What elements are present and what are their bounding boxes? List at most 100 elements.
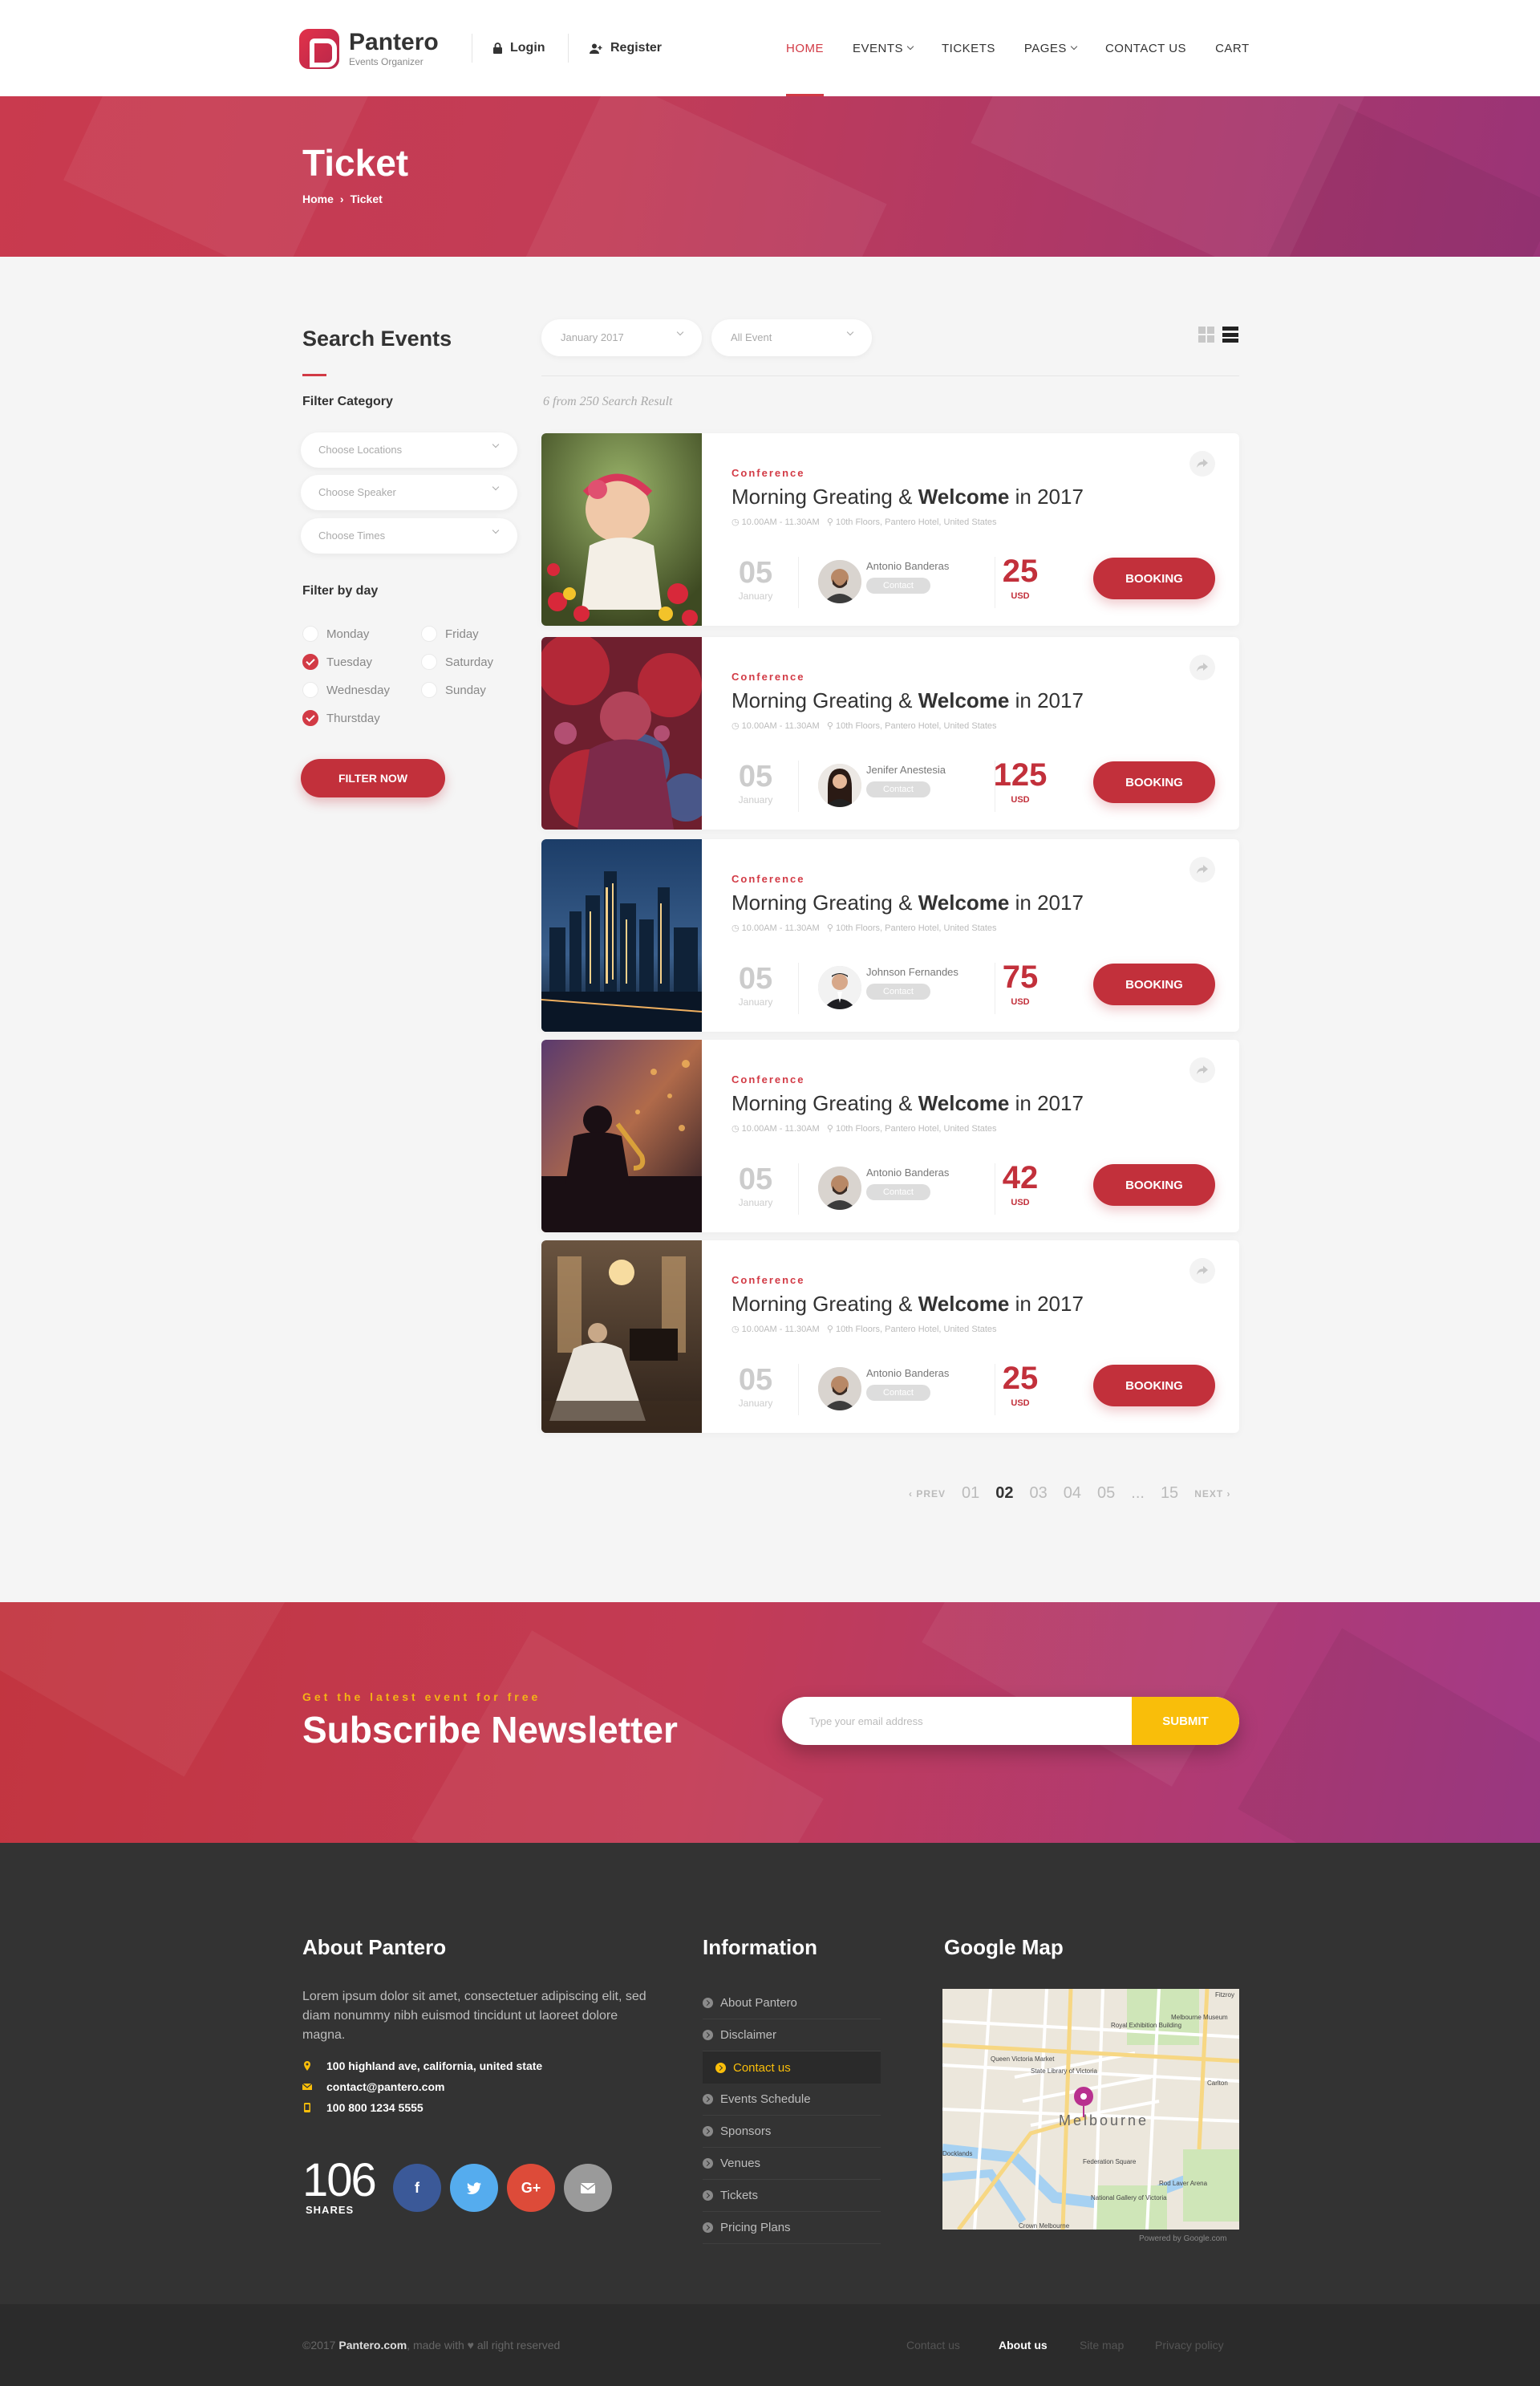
footer-link[interactable]: Contact us	[906, 2339, 960, 2352]
grid-view-icon[interactable]	[1198, 327, 1214, 343]
info-link[interactable]: Venues	[703, 2148, 881, 2180]
breadcrumb-current: Ticket	[350, 193, 383, 205]
month-select[interactable]: January 2017	[541, 319, 702, 356]
prev-page-button[interactable]: ‹ PREV	[909, 1488, 946, 1499]
facebook-icon[interactable]: f	[393, 2164, 441, 2212]
ticket-price: 25	[1002, 1361, 1039, 1396]
brand-logo[interactable]: Pantero Events Organizer	[299, 29, 439, 69]
page-number[interactable]: 05	[1097, 1484, 1115, 1503]
footer-link[interactable]: Privacy policy	[1155, 2339, 1224, 2352]
booking-button[interactable]: BOOKING	[1093, 558, 1215, 599]
day-checkbox-sunday[interactable]: Sunday	[421, 682, 486, 698]
event-image[interactable]	[541, 433, 702, 626]
page-number[interactable]: 15	[1161, 1484, 1178, 1503]
event-image[interactable]	[541, 1040, 702, 1232]
filter-now-button[interactable]: FILTER NOW	[301, 759, 445, 797]
nav-item-pages[interactable]: PAGES	[1024, 0, 1078, 96]
speaker-avatar[interactable]	[818, 560, 861, 603]
speaker-avatar[interactable]	[818, 1367, 861, 1410]
email-input[interactable]	[782, 1697, 1132, 1745]
info-link-label: Contact us	[733, 2060, 791, 2075]
share-icon[interactable]	[1189, 451, 1215, 477]
share-icon[interactable]	[1189, 1258, 1215, 1284]
event-card: Conference Morning Greating & Welcome in …	[541, 433, 1239, 626]
speaker-avatar[interactable]	[818, 1167, 861, 1210]
footer-link[interactable]: About us	[999, 2339, 1048, 2352]
next-page-button[interactable]: NEXT ›	[1194, 1488, 1230, 1499]
booking-button[interactable]: BOOKING	[1093, 1164, 1215, 1206]
twitter-icon[interactable]	[450, 2164, 498, 2212]
page-number[interactable]: 01	[962, 1484, 979, 1503]
share-icon[interactable]	[1189, 1057, 1215, 1083]
nav-item-home[interactable]: HOME	[786, 0, 824, 96]
brand-name: Pantero	[349, 29, 439, 55]
event-title[interactable]: Morning Greating & Welcome in 2017	[732, 688, 1084, 713]
copyright-brand[interactable]: Pantero.com	[338, 2339, 407, 2352]
event-title[interactable]: Morning Greating & Welcome in 2017	[732, 1292, 1084, 1317]
page-number[interactable]: 04	[1064, 1484, 1081, 1503]
contact-button[interactable]: Contact	[866, 984, 930, 1000]
event-title[interactable]: Morning Greating & Welcome in 2017	[732, 891, 1084, 915]
day-checkbox-thurstday[interactable]: Thurstday	[302, 710, 380, 726]
contact-button[interactable]: Contact	[866, 578, 930, 594]
email[interactable]: contact@pantero.com	[302, 2080, 444, 2093]
info-link[interactable]: Tickets	[703, 2180, 881, 2212]
main-content: Search Events Filter Category Choose Loc…	[0, 257, 1540, 1602]
mail-share-icon[interactable]	[564, 2164, 612, 2212]
clock-icon: ◷	[732, 517, 740, 527]
nav-item-contact-us[interactable]: CONTACT US	[1105, 0, 1186, 96]
booking-button[interactable]: BOOKING	[1093, 964, 1215, 1005]
event-image[interactable]	[541, 637, 710, 830]
info-link-label: Pricing Plans	[720, 2221, 791, 2234]
contact-button[interactable]: Contact	[866, 781, 930, 797]
nav-item-events[interactable]: EVENTS	[853, 0, 914, 96]
day-checkbox-monday[interactable]: Monday	[302, 626, 369, 642]
footer-link[interactable]: Site map	[1080, 2339, 1124, 2352]
info-link[interactable]: About Pantero	[703, 1987, 881, 2019]
locations-select[interactable]: Choose Locations	[301, 432, 517, 468]
breadcrumb-home[interactable]: Home	[302, 193, 334, 205]
nav-item-tickets[interactable]: TICKETS	[942, 0, 995, 96]
event-image[interactable]	[541, 839, 703, 1032]
event-meta: ◷ 10.00AM - 11.30AM ⚲ 10th Floors, Pante…	[732, 721, 997, 731]
share-icon[interactable]	[1189, 655, 1215, 680]
chevron-down-icon	[906, 43, 914, 51]
day-checkbox-saturday[interactable]: Saturday	[421, 654, 493, 670]
google-map[interactable]: Queen Victoria Market State Library of V…	[942, 1989, 1239, 2230]
login-link[interactable]: Login	[493, 0, 545, 96]
event-title[interactable]: Morning Greating & Welcome in 2017	[732, 1091, 1084, 1116]
page-number[interactable]: 03	[1030, 1484, 1048, 1503]
day-checkbox-wednesday[interactable]: Wednesday	[302, 682, 390, 698]
day-checkbox-friday[interactable]: Friday	[421, 626, 479, 642]
times-select[interactable]: Choose Times	[301, 518, 517, 554]
info-link[interactable]: Sponsors	[703, 2116, 881, 2148]
info-link[interactable]: Contact us	[703, 2051, 881, 2084]
info-link[interactable]: Disclaimer	[703, 2019, 881, 2051]
register-link[interactable]: Register	[590, 0, 662, 96]
event-image[interactable]	[541, 1240, 702, 1433]
list-view-icon[interactable]	[1222, 327, 1238, 343]
google-plus-icon[interactable]: G+	[507, 2164, 555, 2212]
chevron-circle-icon	[703, 1998, 713, 2008]
event-title[interactable]: Morning Greating & Welcome in 2017	[732, 485, 1084, 509]
page-number[interactable]: 02	[995, 1484, 1013, 1503]
pagination-ellipsis: ...	[1131, 1484, 1145, 1502]
info-link[interactable]: Events Schedule	[703, 2084, 881, 2116]
info-link-label: Tickets	[720, 2189, 758, 2202]
booking-button[interactable]: BOOKING	[1093, 1365, 1215, 1406]
speaker-avatar[interactable]	[818, 764, 861, 807]
phone[interactable]: 100 800 1234 5555	[302, 2101, 424, 2114]
divider	[798, 557, 799, 608]
day-checkbox-tuesday[interactable]: Tuesday	[302, 654, 372, 670]
clock-icon: ◷	[732, 923, 740, 933]
speaker-avatar[interactable]	[818, 966, 861, 1009]
event-type-select[interactable]: All Event	[711, 319, 872, 356]
contact-button[interactable]: Contact	[866, 1184, 930, 1200]
speaker-select[interactable]: Choose Speaker	[301, 475, 517, 510]
submit-button[interactable]: SUBMIT	[1132, 1697, 1239, 1745]
contact-button[interactable]: Contact	[866, 1385, 930, 1401]
info-link[interactable]: Pricing Plans	[703, 2212, 881, 2244]
booking-button[interactable]: BOOKING	[1093, 761, 1215, 803]
nav-item-cart[interactable]: CART	[1215, 0, 1250, 96]
share-icon[interactable]	[1189, 857, 1215, 883]
